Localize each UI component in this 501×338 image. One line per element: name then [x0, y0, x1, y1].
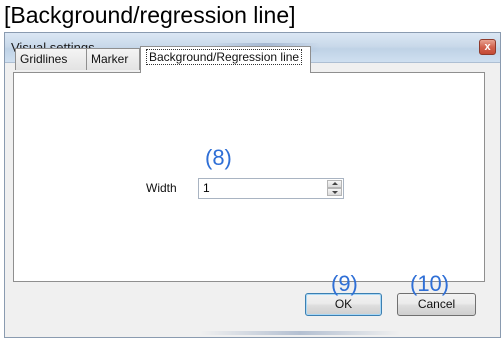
section-caption: [Background/regression line] [4, 2, 296, 28]
width-spinbox[interactable]: 1 [198, 178, 344, 199]
spin-buttons [327, 180, 342, 197]
tab-background-regression-line[interactable]: Background/Regression line [140, 46, 311, 73]
width-label: Width [146, 181, 177, 195]
spin-down-arrow-icon[interactable] [327, 188, 342, 196]
cancel-button[interactable]: Cancel [397, 293, 476, 316]
width-value: 1 [203, 181, 210, 195]
window-bottom-shadow [200, 331, 400, 335]
close-icon[interactable]: x [479, 39, 496, 55]
annotation-marker-10: (10) [410, 271, 450, 296]
ok-button[interactable]: OK [305, 293, 382, 316]
tab-label: Background/Regression line [146, 49, 303, 65]
tab-gridlines[interactable]: Gridlines [15, 48, 87, 70]
spin-up-arrow-icon[interactable] [327, 180, 342, 188]
tab-panel [13, 72, 485, 282]
annotation-marker-9: (9) [331, 271, 358, 296]
annotation-marker-8: (8) [205, 145, 232, 170]
tab-marker[interactable]: Marker [86, 48, 140, 70]
screenshot-page: [Background/regression line] Visual sett… [0, 0, 501, 338]
